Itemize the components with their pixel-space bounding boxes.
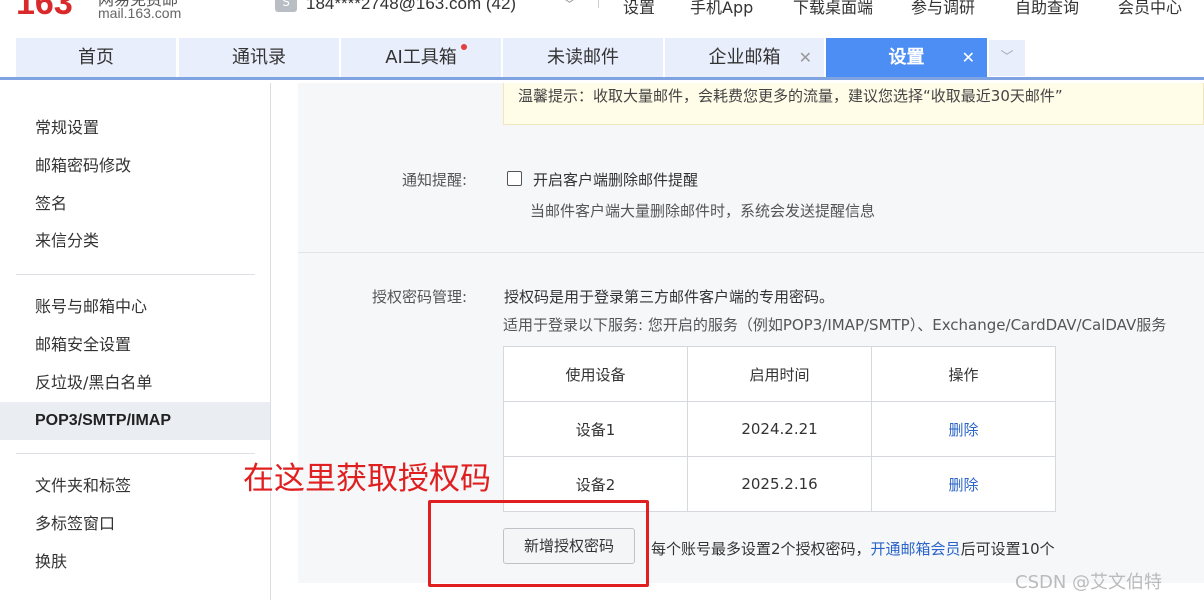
account-name[interactable]: 184****2748@163.com (42) xyxy=(306,0,516,14)
watermark: CSDN @艾文伯特 xyxy=(1015,572,1163,593)
notification-dot-icon xyxy=(461,44,467,50)
auth-services: 适用于登录以下服务: 您开启的服务（例如POP3/IMAP/SMTP）、Exch… xyxy=(503,316,1167,334)
table-header-row: 使用设备 启用时间 操作 xyxy=(503,346,1056,402)
tab-home[interactable]: 首页 xyxy=(16,38,176,77)
auth-device-table: 使用设备 启用时间 操作 设备1 2024.2.21 删除 设备2 2025.2… xyxy=(503,346,1056,512)
tabs-more-chevron-icon[interactable]: ﹀ xyxy=(989,40,1025,76)
chevron-down-icon[interactable]: ﹀ xyxy=(563,0,576,13)
sidebar-item-password[interactable]: 邮箱密码修改 xyxy=(0,147,270,185)
tab-settings[interactable]: 设置 ✕ xyxy=(826,38,987,77)
tab-label: 通讯录 xyxy=(232,47,286,68)
tab-label: AI工具箱 xyxy=(385,47,457,68)
tab-enterprise[interactable]: 企业邮箱 ✕ xyxy=(665,38,824,77)
notify-label: 通知提醒: xyxy=(401,171,467,189)
header-link-self-service[interactable]: 自助查询 xyxy=(1015,0,1079,18)
notify-description: 当邮件客户端大量删除邮件时，系统会发送提醒信息 xyxy=(530,202,876,220)
device-date: 2024.2.21 xyxy=(687,401,872,457)
limit-note-text: 后可设置10个 xyxy=(960,540,1055,558)
section-divider xyxy=(298,252,1204,253)
logo-domain: mail.163.com xyxy=(98,5,182,21)
tab-contacts[interactable]: 通讯录 xyxy=(179,38,339,77)
sidebar-item-security[interactable]: 邮箱安全设置 xyxy=(0,326,270,364)
tab-label: 首页 xyxy=(78,47,114,68)
table-header: 操作 xyxy=(871,346,1056,402)
divider xyxy=(598,0,599,8)
sidebar-item-multi-tab[interactable]: 多标签窗口 xyxy=(0,505,270,543)
header-link-vip[interactable]: 会员中心 xyxy=(1118,0,1182,18)
tip-banner: 温馨提示：收取大量邮件，会耗费您更多的流量，建议您选择“收取最近30天邮件” xyxy=(503,83,1204,125)
device-date: 2025.2.16 xyxy=(687,456,872,512)
account-icon: S xyxy=(275,0,297,12)
annotation-box xyxy=(428,500,649,587)
sidebar-item-antispam[interactable]: 反垃圾/黑白名单 xyxy=(0,364,270,402)
device-name: 设备1 xyxy=(503,401,688,457)
top-header: 163 网易免费邮 mail.163.com S 184****2748@163… xyxy=(0,0,1204,38)
tab-label: 设置 xyxy=(888,47,925,68)
table-header: 启用时间 xyxy=(687,346,872,402)
limit-note-text: 每个账号最多设置2个授权密码， xyxy=(651,540,871,558)
tab-unread[interactable]: 未读邮件 xyxy=(503,38,663,77)
header-link-survey[interactable]: 参与调研 xyxy=(911,0,975,18)
auth-label: 授权密码管理: xyxy=(371,288,467,306)
tab-label: 未读邮件 xyxy=(547,47,619,68)
tab-ai-tools[interactable]: AI工具箱 xyxy=(341,38,501,77)
notify-checkbox-label[interactable]: 开启客户端删除邮件提醒 xyxy=(533,169,698,190)
settings-sidebar: 常规设置 邮箱密码修改 签名 来信分类 账号与邮箱中心 邮箱安全设置 反垃圾/黑… xyxy=(0,83,271,600)
sidebar-item-signature[interactable]: 签名 xyxy=(0,185,270,223)
sidebar-item-pop3-smtp-imap[interactable]: POP3/SMTP/IMAP xyxy=(0,402,270,440)
limit-note: 每个账号最多设置2个授权密码，开通邮箱会员后可设置10个 xyxy=(651,538,1055,559)
tab-label: 企业邮箱 xyxy=(708,47,781,68)
sidebar-divider xyxy=(16,274,255,275)
delete-link[interactable]: 删除 xyxy=(871,456,1056,512)
header-link-mobile-app[interactable]: 手机App xyxy=(690,0,753,18)
annotation-text: 在这里获取授权码 xyxy=(243,461,491,497)
notify-checkbox[interactable] xyxy=(507,171,522,186)
sidebar-divider xyxy=(16,453,255,454)
tab-bar: 首页 通讯录 AI工具箱 未读邮件 企业邮箱 ✕ 设置 ✕ ﹀ xyxy=(0,38,1204,80)
header-link-desktop[interactable]: 下载桌面端 xyxy=(793,0,873,18)
vip-link[interactable]: 开通邮箱会员 xyxy=(871,540,961,558)
table-header: 使用设备 xyxy=(503,346,688,402)
sidebar-item-general[interactable]: 常规设置 xyxy=(0,109,270,147)
sidebar-item-account-center[interactable]: 账号与邮箱中心 xyxy=(0,288,270,326)
auth-description: 授权码是用于登录第三方邮件客户端的专用密码。 xyxy=(504,288,835,306)
sidebar-item-folders-labels[interactable]: 文件夹和标签 xyxy=(0,467,270,505)
sidebar-item-skin[interactable]: 换肤 xyxy=(0,543,270,581)
logo-number[interactable]: 163 xyxy=(16,0,73,23)
table-row: 设备1 2024.2.21 删除 xyxy=(503,401,1056,457)
header-link-settings[interactable]: 设置 xyxy=(623,0,655,18)
close-icon[interactable]: ✕ xyxy=(962,38,975,77)
sidebar-item-mail-rules[interactable]: 来信分类 xyxy=(0,222,270,260)
delete-link[interactable]: 删除 xyxy=(871,401,1056,457)
close-icon[interactable]: ✕ xyxy=(799,38,812,77)
